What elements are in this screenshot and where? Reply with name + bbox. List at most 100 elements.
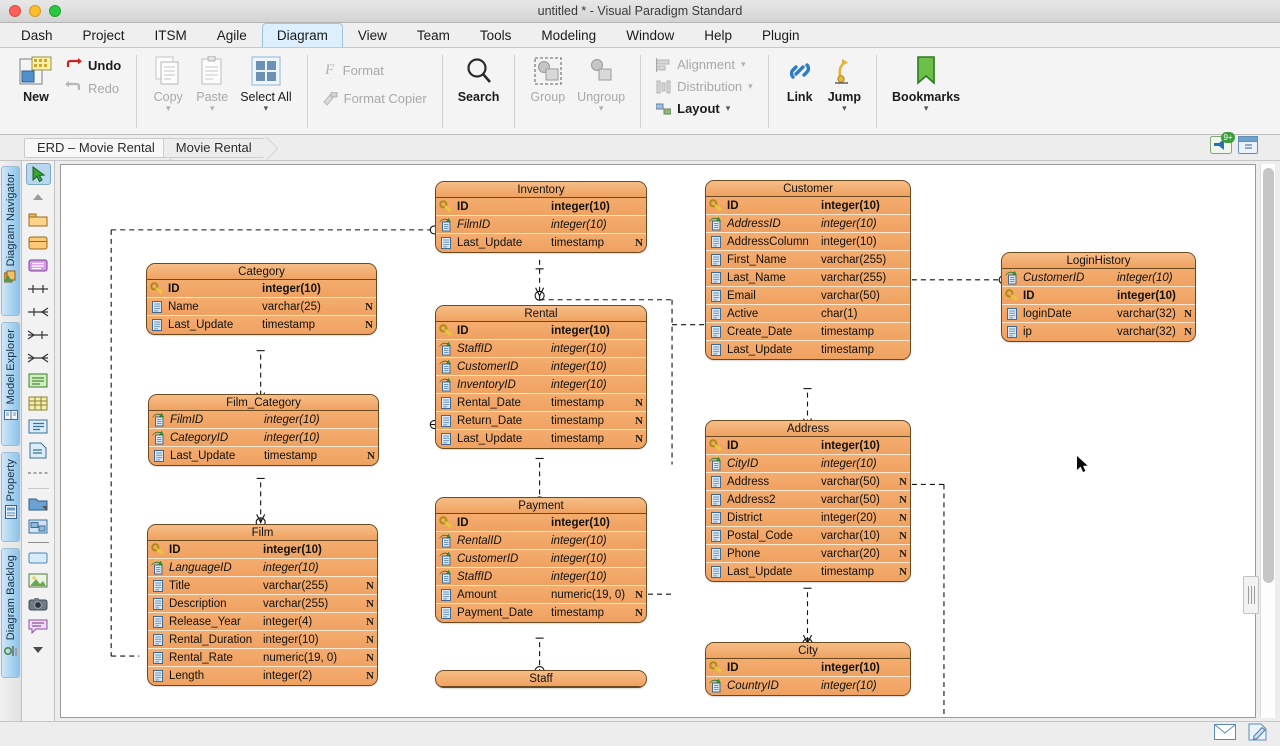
entity-column-row[interactable]: Release_Yearinteger(4)N [148,613,377,631]
more-tools-icon[interactable] [26,639,51,661]
window-controls[interactable] [0,5,61,17]
entity-column-row[interactable]: Postal_Codevarchar(10)N [706,527,910,545]
entity-column-row[interactable]: Last_Namevarchar(255) [706,269,910,287]
entity-city[interactable]: CityIDinteger(10)CountryIDinteger(10) [705,642,911,696]
new-button[interactable]: New [13,51,59,105]
breadcrumb-item-erd[interactable]: ERD – Movie Rental [24,138,172,158]
entity-column-row[interactable]: FilmIDinteger(10) [149,411,378,429]
note-tool[interactable] [26,370,51,392]
entity-column-row[interactable]: Rental_Durationinteger(10)N [148,631,377,649]
entity-column-row[interactable]: Create_Datetimestamp [706,323,910,341]
entity-column-row[interactable]: StaffIDinteger(10) [436,340,646,358]
anchor-tool[interactable] [26,462,51,484]
entity-column-row[interactable]: Emailvarchar(50) [706,287,910,305]
entity-column-row[interactable]: Rental_Ratenumeric(19, 0)N [148,649,377,667]
container-tool[interactable] [26,493,51,515]
entity-column-row[interactable]: Descriptionvarchar(255)N [148,595,377,613]
select-all-button[interactable]: Select All ▾ [234,51,297,116]
search-button[interactable]: Search [452,51,506,105]
entity-column-row[interactable]: Titlevarchar(255)N [148,577,377,595]
entity-column-row[interactable]: Amountnumeric(19, 0)N [436,586,646,604]
entity-column-row[interactable]: Phonevarchar(20)N [706,545,910,563]
bookmarks-button[interactable]: Bookmarks ▾ [886,51,966,116]
canvas-vertical-scrollbar[interactable] [1260,164,1275,718]
entity-column-row[interactable]: CountryIDinteger(10) [706,677,910,695]
maximize-window-button[interactable] [49,5,61,17]
entity-column-row[interactable]: ipvarchar(32)N [1002,323,1195,341]
entity-column-row[interactable]: Last_Updatetimestamp [706,341,910,359]
entity-column-row[interactable]: LanguageIDinteger(10) [148,559,377,577]
entity-column-row[interactable]: IDinteger(10) [1002,287,1195,305]
entity-staff[interactable]: Staff [435,670,647,688]
menu-window[interactable]: Window [611,23,689,47]
entity-column-row[interactable]: Payment_DatetimestampN [436,604,646,622]
entity-column-row[interactable]: Districtinteger(20)N [706,509,910,527]
entity-column-row[interactable]: AddressIDinteger(10) [706,215,910,233]
pointer-tool[interactable] [26,163,51,185]
entity-loginhistory[interactable]: LoginHistoryCustomerIDinteger(10)IDinteg… [1001,252,1196,342]
menu-view[interactable]: View [343,23,402,47]
entity-column-row[interactable]: Last_UpdatetimestampN [436,430,646,448]
menu-itsm[interactable]: ITSM [140,23,202,47]
diagram-canvas[interactable]: InventoryIDinteger(10)FilmIDinteger(10)L… [60,164,1256,718]
menu-tools[interactable]: Tools [465,23,527,47]
one-to-one-relationship-tool[interactable] [26,278,51,300]
entity-column-row[interactable]: AddressColumninteger(10) [706,233,910,251]
entity-column-row[interactable]: Rental_DatetimestampN [436,394,646,412]
edit-note-icon[interactable] [1248,723,1268,746]
entity-column-row[interactable]: IDinteger(10) [148,541,377,559]
image-tool[interactable] [26,570,51,592]
entity-column-row[interactable]: CustomerIDinteger(10) [436,358,646,376]
entity-column-row[interactable]: CustomerIDinteger(10) [1002,269,1195,287]
comment-tool[interactable] [26,616,51,638]
layout-button[interactable]: Layout ▾ [652,100,757,117]
menu-dash[interactable]: Dash [6,23,68,47]
one-to-many-relationship-tool[interactable] [26,301,51,323]
envelope-icon[interactable] [1214,724,1236,745]
entity-column-row[interactable]: IDinteger(10) [706,437,910,455]
model-tool[interactable] [26,516,51,538]
entity-rental[interactable]: RentalIDinteger(10)StaffIDinteger(10)Cus… [435,305,647,449]
entity-column-row[interactable]: IDinteger(10) [436,322,646,340]
entity-column-row[interactable]: CategoryIDinteger(10) [149,429,378,447]
entity-film[interactable]: FilmIDinteger(10)LanguageIDinteger(10)Ti… [147,524,378,686]
entity-column-row[interactable]: Last_UpdatetimestampN [706,563,910,581]
entity-column-row[interactable]: loginDatevarchar(32)N [1002,305,1195,323]
entity-tool[interactable] [26,232,51,254]
dock-tab-model-explorer[interactable]: Model Explorer [1,322,20,446]
many-to-one-relationship-tool[interactable] [26,324,51,346]
camera-tool[interactable] [26,593,51,615]
dock-tab-property[interactable]: Property [1,452,20,542]
entity-customer[interactable]: CustomerIDinteger(10)AddressIDinteger(10… [705,180,911,360]
link-button[interactable]: Link [778,51,822,105]
entity-column-row[interactable]: IDinteger(10) [706,659,910,677]
entity-column-row[interactable]: Last_UpdatetimestampN [147,316,376,334]
collapse-arrow-icon[interactable] [26,186,51,208]
entity-column-row[interactable]: Last_UpdatetimestampN [149,447,378,465]
close-window-button[interactable] [9,5,21,17]
menu-help[interactable]: Help [689,23,747,47]
many-to-many-relationship-tool[interactable] [26,347,51,369]
entity-category[interactable]: CategoryIDinteger(10)Namevarchar(25)NLas… [146,263,377,335]
dock-tab-diagram-navigator[interactable]: Diagram Navigator [1,166,20,316]
entity-column-row[interactable]: IDinteger(10) [147,280,376,298]
menu-plugin[interactable]: Plugin [747,23,815,47]
entity-column-row[interactable]: StaffIDinteger(10) [436,568,646,586]
document-tool[interactable] [26,439,51,461]
menu-team[interactable]: Team [402,23,465,47]
table-tool[interactable] [26,393,51,415]
canvas-vertical-scrollbar-thumb[interactable] [1263,168,1274,583]
menu-modeling[interactable]: Modeling [526,23,611,47]
entity-film_category[interactable]: Film_CategoryFilmIDinteger(10)CategoryID… [148,394,379,466]
line-tool[interactable] [26,547,51,569]
entity-column-row[interactable]: Namevarchar(25)N [147,298,376,316]
entity-column-row[interactable]: IDinteger(10) [436,514,646,532]
entity-inventory[interactable]: InventoryIDinteger(10)FilmIDinteger(10)L… [435,181,647,253]
package-tool[interactable] [26,209,51,231]
menu-project[interactable]: Project [68,23,140,47]
canvas-panel-resize-grip[interactable] [1243,576,1259,614]
entity-column-row[interactable]: First_Namevarchar(255) [706,251,910,269]
entity-column-row[interactable]: CityIDinteger(10) [706,455,910,473]
entity-column-row[interactable]: CustomerIDinteger(10) [436,550,646,568]
entity-column-row[interactable]: Lengthinteger(2)N [148,667,377,685]
